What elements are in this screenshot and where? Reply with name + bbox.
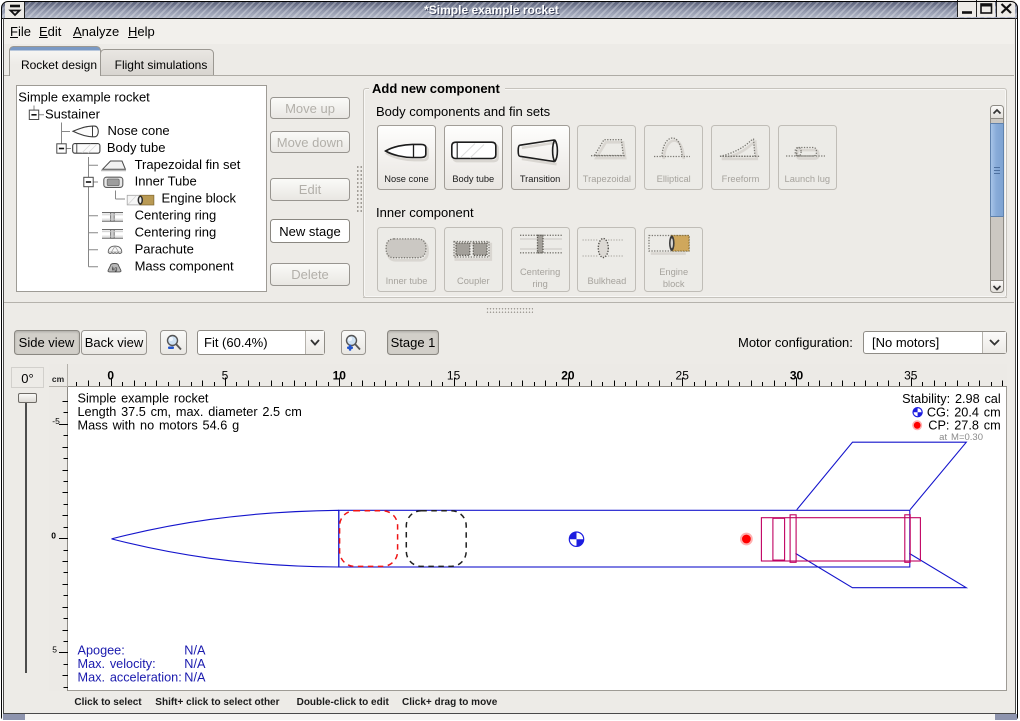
svg-text:N/A: N/A bbox=[184, 671, 206, 685]
svg-text:Inner Tube: Inner Tube bbox=[135, 174, 197, 189]
svg-text:Max. acceleration:: Max. acceleration: bbox=[78, 671, 182, 685]
svg-text:5: 5 bbox=[222, 368, 229, 382]
svg-text:15: 15 bbox=[447, 368, 461, 382]
svg-text:Simple example rocket: Simple example rocket bbox=[18, 89, 150, 104]
svg-text:Length 37.5 cm, max. diameter: Length 37.5 cm, max. diameter 2.5 cm bbox=[78, 405, 302, 419]
svg-text:Sustainer: Sustainer bbox=[45, 106, 101, 121]
svg-text:CG: 20.4 cm: CG: 20.4 cm bbox=[927, 406, 1001, 420]
svg-text:5: 5 bbox=[52, 645, 57, 655]
svg-text:Centering ring: Centering ring bbox=[135, 207, 217, 222]
svg-text:N/A: N/A bbox=[184, 657, 206, 671]
svg-text:Trapezoidal fin set: Trapezoidal fin set bbox=[135, 157, 241, 172]
svg-text:25: 25 bbox=[676, 368, 690, 382]
svg-text:Mass component: Mass component bbox=[135, 258, 234, 273]
svg-text:Nose cone: Nose cone bbox=[108, 123, 170, 138]
svg-text:Parachute: Parachute bbox=[135, 241, 194, 256]
svg-text:Engine block: Engine block bbox=[162, 191, 237, 206]
svg-text:0: 0 bbox=[107, 368, 114, 382]
svg-text:10: 10 bbox=[333, 368, 347, 382]
svg-text:at M=0.30: at M=0.30 bbox=[939, 432, 983, 443]
svg-text:35: 35 bbox=[904, 368, 918, 382]
svg-text:N/A: N/A bbox=[184, 644, 206, 658]
svg-text:Stability: 2.98 cal: Stability: 2.98 cal bbox=[902, 392, 1001, 406]
svg-text:20: 20 bbox=[561, 368, 575, 382]
svg-text:kg: kg bbox=[112, 267, 118, 273]
svg-text:Apogee:: Apogee: bbox=[78, 644, 125, 658]
svg-text:Body tube: Body tube bbox=[107, 140, 166, 155]
svg-text:Mass with no motors 54.6 g: Mass with no motors 54.6 g bbox=[78, 418, 240, 432]
svg-text:CP: 27.8 cm: CP: 27.8 cm bbox=[928, 419, 1000, 433]
svg-text:0: 0 bbox=[51, 530, 56, 540]
svg-text:Simple example rocket: Simple example rocket bbox=[78, 391, 209, 405]
svg-text:-5: -5 bbox=[52, 416, 60, 426]
svg-text:Centering ring: Centering ring bbox=[135, 224, 217, 239]
svg-text:Max. velocity:: Max. velocity: bbox=[78, 657, 156, 671]
svg-text:30: 30 bbox=[790, 368, 804, 382]
